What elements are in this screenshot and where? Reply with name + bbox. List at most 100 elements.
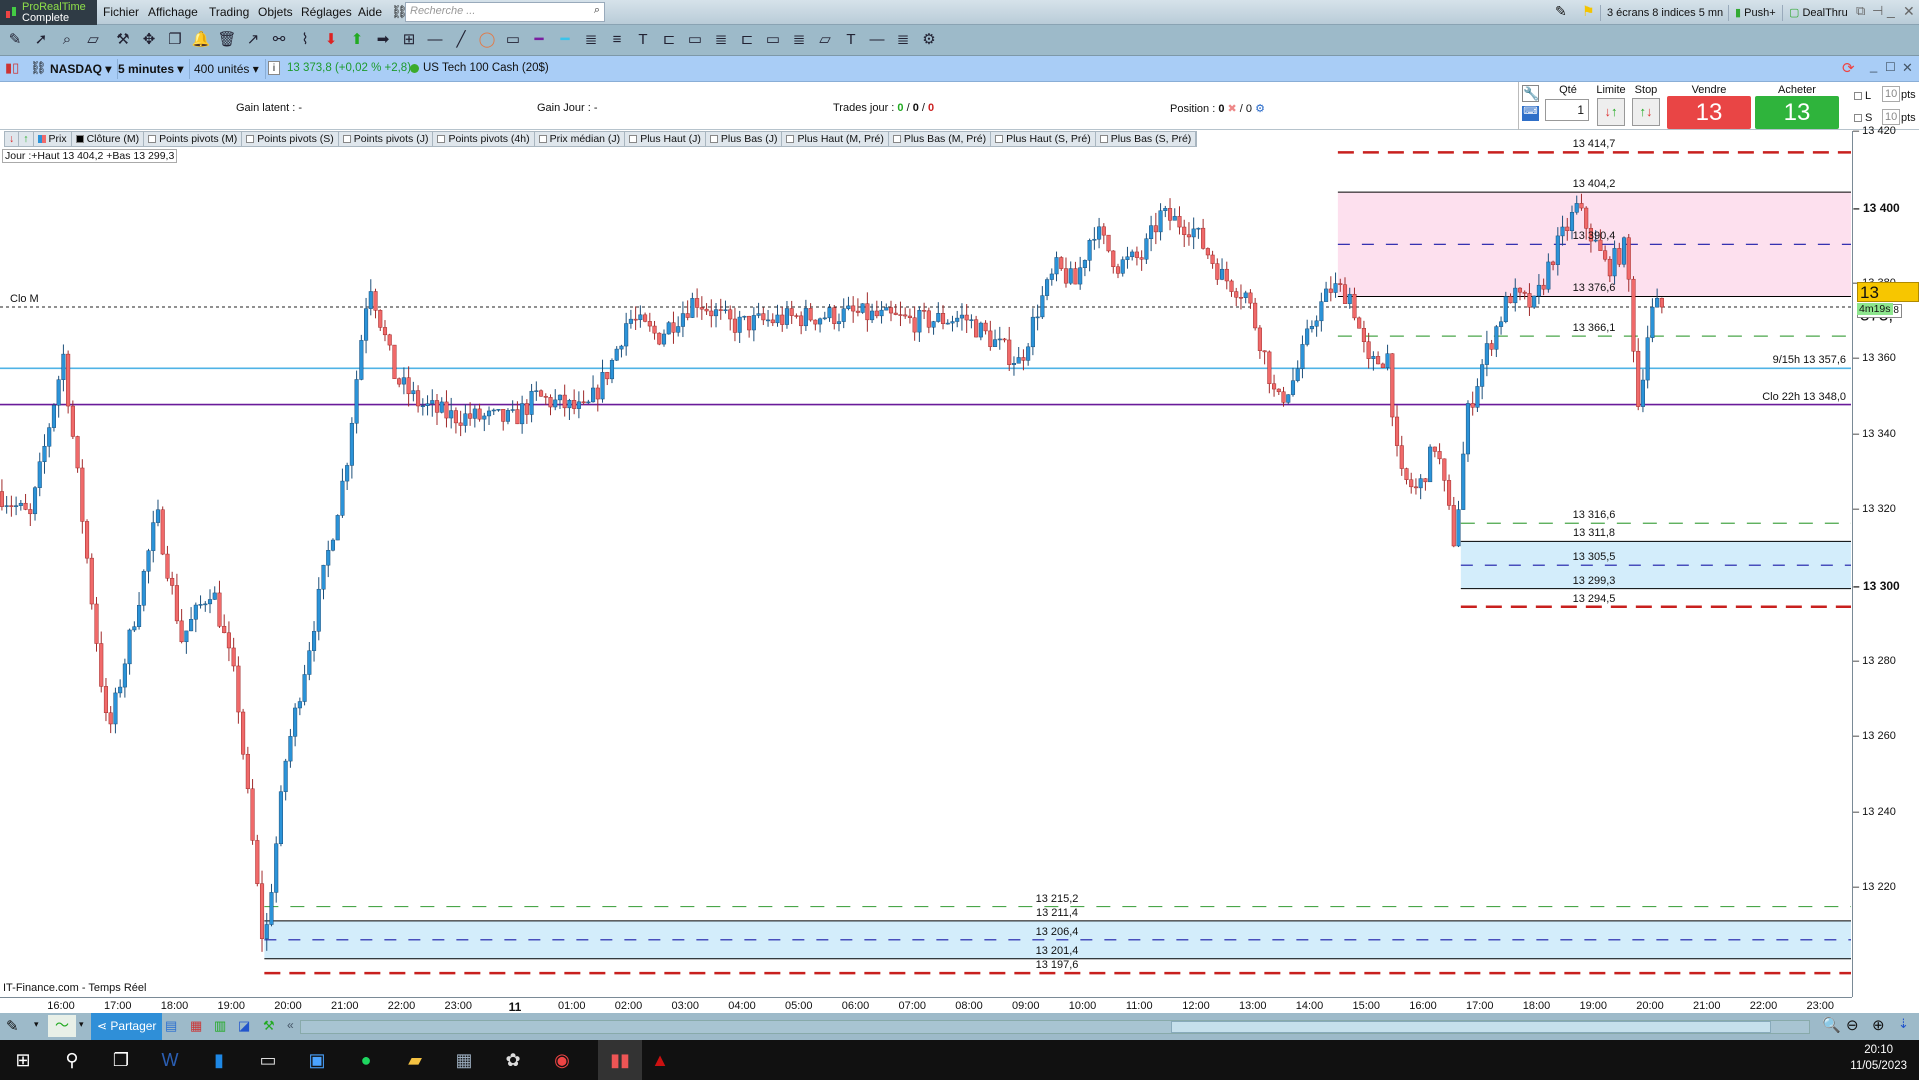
- wrench-icon[interactable]: 🔧: [1522, 85, 1539, 102]
- horizontal-zone-icon[interactable]: ⊞: [398, 29, 420, 51]
- close-icon[interactable]: ✕: [1903, 3, 1915, 20]
- zoom-icon[interactable]: ⌕: [56, 29, 78, 51]
- channel-icon[interactable]: ⊏: [658, 29, 680, 51]
- circle-icon[interactable]: ◯: [476, 29, 498, 51]
- screener-icon[interactable]: ▥: [214, 1018, 226, 1034]
- menu-reglages[interactable]: Réglages: [301, 5, 352, 19]
- limit-order-button[interactable]: ↓↑: [1597, 98, 1625, 126]
- acrobat-icon[interactable]: ▲: [647, 1048, 673, 1072]
- menu-affichage[interactable]: Affichage: [148, 5, 198, 19]
- pencil-icon[interactable]: ✎: [4, 29, 26, 51]
- zoom-fit-icon[interactable]: 🔍: [1822, 1016, 1841, 1034]
- price-axis[interactable]: – 13 220 – 13 240 – 13 260 – 13 280 – 13 300…: [1852, 125, 1919, 997]
- report-icon[interactable]: ▦: [190, 1018, 202, 1034]
- indicator-tab[interactable]: Plus Haut (M, Pré): [782, 132, 889, 146]
- line2-icon[interactable]: —: [866, 29, 888, 51]
- indicator-tab[interactable]: Clôture (M): [72, 132, 145, 146]
- time-axis[interactable]: 16:00 17:00 18:00 19:00 20:00 21:00 22:00 23:00…: [0, 997, 1852, 1014]
- short-pts-input[interactable]: 10: [1882, 109, 1901, 125]
- keyboard-icon[interactable]: ⌨: [1522, 106, 1539, 121]
- draw-mode-icon[interactable]: ✎: [6, 1017, 19, 1035]
- indicator-tab[interactable]: Points pivots (J): [339, 132, 434, 146]
- cursor-icon[interactable]: ➚: [30, 29, 52, 51]
- indicator-checkbox[interactable]: [1099, 135, 1108, 143]
- indicators-icon[interactable]: 〜: [48, 1015, 76, 1037]
- right-arrow-icon[interactable]: ➡: [372, 29, 394, 51]
- up-arrow-icon[interactable]: ⬆: [346, 29, 368, 51]
- scrollbar-thumb[interactable]: [1171, 1021, 1771, 1033]
- fib-levels-icon[interactable]: ≡: [606, 29, 628, 51]
- calculator-icon[interactable]: ▦: [451, 1048, 477, 1072]
- units-selector[interactable]: 400 unités ▾: [188, 59, 266, 79]
- share-button[interactable]: ⋖ Partager: [91, 1013, 163, 1040]
- indicator-tab[interactable]: Prix: [34, 132, 72, 146]
- price-chart[interactable]: [0, 131, 1852, 997]
- fib-icon[interactable]: ≣: [580, 29, 602, 51]
- search-icon[interactable]: ⚲: [59, 1048, 85, 1072]
- dropdown-arrow-icon[interactable]: ▾: [79, 1019, 84, 1030]
- arrow-line-icon[interactable]: ↗: [242, 29, 264, 51]
- chrome-icon[interactable]: ◉: [549, 1048, 575, 1072]
- info-icon[interactable]: i: [268, 61, 280, 75]
- zoom-in-icon[interactable]: ⊕: [1872, 1016, 1885, 1034]
- qty-input[interactable]: 1: [1545, 99, 1589, 121]
- chart-type-icon[interactable]: ▮▯: [5, 60, 19, 76]
- dealthru-button[interactable]: ▢ DealThru: [1782, 5, 1854, 21]
- add-indicator-down-icon[interactable]: ↓: [5, 132, 20, 146]
- indicator-checkbox[interactable]: [148, 135, 157, 143]
- task-view-icon[interactable]: ❐: [108, 1048, 134, 1072]
- alert-bell-icon[interactable]: 🔔: [190, 29, 212, 51]
- backtest-icon[interactable]: ⚒: [263, 1018, 275, 1034]
- windows-icon[interactable]: ◪: [238, 1018, 250, 1034]
- workspace-selector[interactable]: 3 écrans 8 indices 5 mn: [1600, 5, 1729, 21]
- window-close-icon[interactable]: ✕: [1902, 60, 1913, 76]
- word-icon[interactable]: W: [157, 1048, 183, 1072]
- comment-icon[interactable]: ▤: [165, 1018, 177, 1034]
- indicator-checkbox[interactable]: [246, 135, 255, 143]
- fib-ext-icon[interactable]: ≣: [710, 29, 732, 51]
- cyan-line-icon[interactable]: ━: [554, 29, 576, 51]
- tools-icon[interactable]: ⚒: [112, 29, 134, 51]
- menu-objets[interactable]: Objets: [258, 5, 293, 19]
- sell-button[interactable]: 13 373,3: [1667, 96, 1751, 163]
- indicator-checkbox[interactable]: [538, 135, 547, 143]
- copy-icon[interactable]: ❐: [164, 29, 186, 51]
- app-icon[interactable]: ▮: [206, 1048, 232, 1072]
- long-pts-input[interactable]: 10: [1882, 86, 1901, 102]
- minimize-icon[interactable]: _: [1887, 2, 1895, 18]
- pencil-chart-icon[interactable]: ✎: [1555, 3, 1567, 20]
- refresh-icon[interactable]: ⟳: [1842, 59, 1855, 77]
- text2-icon[interactable]: T: [840, 29, 862, 51]
- system-clock[interactable]: 20:10 11/05/2023: [1850, 1044, 1907, 1072]
- down-arrow-icon[interactable]: ⬇: [320, 29, 342, 51]
- search-icon[interactable]: ⌕: [594, 4, 600, 17]
- rectangle-icon[interactable]: ▭: [502, 29, 524, 51]
- pin-icon[interactable]: ⊣: [1872, 3, 1883, 19]
- indicator-tab[interactable]: Points pivots (4h): [433, 132, 535, 146]
- menu-aide[interactable]: Aide: [358, 5, 382, 19]
- box-icon[interactable]: ▭: [684, 29, 706, 51]
- store-icon[interactable]: ▣: [304, 1048, 330, 1072]
- indicator-checkbox[interactable]: [995, 135, 1004, 143]
- search-input[interactable]: Recherche ... ⌕: [405, 2, 605, 22]
- settings-wheel-icon[interactable]: ⚙: [918, 29, 940, 51]
- node-icon[interactable]: ⌇: [294, 29, 316, 51]
- spotify-icon[interactable]: ●: [353, 1048, 379, 1072]
- purple-line-icon[interactable]: ━: [528, 29, 550, 51]
- indicator-tab[interactable]: Points pivots (M): [144, 132, 243, 146]
- indicator-checkbox[interactable]: [629, 135, 638, 143]
- window-maximize-icon[interactable]: ☐: [1885, 60, 1896, 74]
- indicator-tab[interactable]: Plus Haut (J): [625, 132, 706, 146]
- indicator-checkbox[interactable]: [37, 135, 46, 143]
- link-icon[interactable]: ⚯: [268, 29, 290, 51]
- move-icon[interactable]: ✥: [138, 29, 160, 51]
- detach-icon[interactable]: ⧉: [1856, 3, 1865, 19]
- long-checkbox[interactable]: L: [1854, 90, 1871, 102]
- menu-fichier[interactable]: Fichier: [103, 5, 139, 19]
- trend-line-icon[interactable]: ╱: [450, 29, 472, 51]
- ruler-icon[interactable]: ▱: [82, 29, 104, 51]
- add-indicator-up-icon[interactable]: ↑: [19, 132, 34, 146]
- instrument-selector[interactable]: NASDAQ ▾: [44, 59, 119, 79]
- close-position-icon[interactable]: ✖: [1228, 103, 1237, 115]
- indicator-checkbox[interactable]: [75, 135, 84, 143]
